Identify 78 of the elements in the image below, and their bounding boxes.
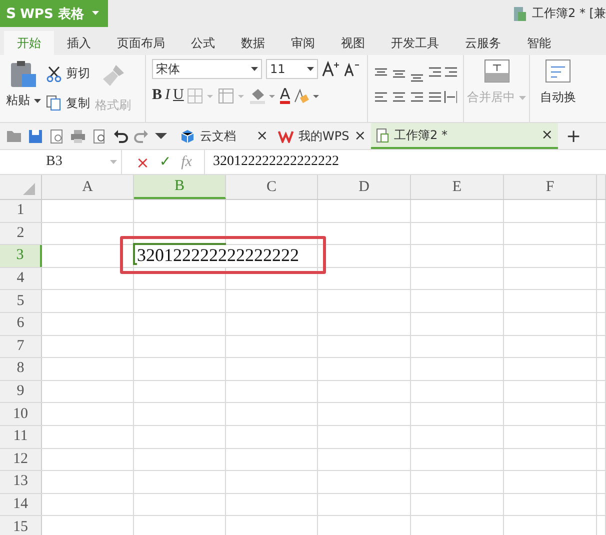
ribbon-tab[interactable]: 数据 bbox=[228, 31, 278, 55]
window-title: 工作簿2 * [兼 bbox=[532, 5, 606, 22]
ribbon-tab[interactable]: 公式 bbox=[178, 31, 228, 55]
row-header[interactable]: 7 bbox=[0, 336, 42, 358]
column-header[interactable]: C bbox=[226, 175, 318, 199]
undo-icon[interactable] bbox=[113, 129, 128, 143]
eraser-icon[interactable] bbox=[293, 88, 322, 104]
copy-button[interactable]: 复制 bbox=[66, 94, 90, 112]
fill-bucket-icon[interactable] bbox=[248, 88, 277, 104]
caret-icon bbox=[110, 160, 117, 164]
w-logo-icon bbox=[278, 130, 294, 142]
print-preview-icon[interactable] bbox=[92, 128, 107, 144]
folder-icon[interactable] bbox=[6, 129, 22, 143]
clipboard-icon[interactable] bbox=[8, 59, 38, 89]
copy-icon[interactable] bbox=[46, 95, 62, 112]
italic-button[interactable]: I bbox=[165, 87, 170, 104]
ribbon-tab[interactable]: 审阅 bbox=[278, 31, 328, 55]
row-header[interactable]: 2 bbox=[0, 222, 42, 244]
row-header[interactable]: 12 bbox=[0, 448, 42, 470]
column-header[interactable]: E bbox=[411, 175, 504, 199]
redo-icon[interactable] bbox=[134, 129, 149, 143]
caret-icon bbox=[92, 11, 99, 16]
ribbon-tab[interactable]: 开发工具 bbox=[378, 31, 452, 55]
column-header[interactable]: B bbox=[134, 175, 226, 199]
row-header[interactable]: 6 bbox=[0, 312, 42, 335]
row-header[interactable]: 9 bbox=[0, 380, 42, 402]
shrink-font-icon[interactable] bbox=[344, 61, 360, 77]
ribbon-tab[interactable]: 云服务 bbox=[452, 31, 514, 55]
ribbon-tab[interactable]: 插入 bbox=[54, 31, 104, 55]
font-color-button[interactable]: A bbox=[280, 87, 290, 104]
cell-value: 320122222222222222 bbox=[137, 245, 301, 267]
cube-icon bbox=[180, 128, 195, 144]
row-header[interactable]: 4 bbox=[0, 268, 42, 290]
scissors-icon[interactable] bbox=[46, 66, 62, 82]
spreadsheet-icon bbox=[513, 6, 528, 22]
row-header[interactable]: 13 bbox=[0, 471, 42, 493]
cancel-button[interactable]: × bbox=[136, 152, 150, 172]
document-tab[interactable]: 工作簿2 * × bbox=[371, 123, 558, 149]
font-name-dropdown[interactable]: 宋体 bbox=[152, 59, 262, 79]
print-icon[interactable] bbox=[70, 128, 86, 144]
dropdown-icon[interactable] bbox=[155, 132, 167, 140]
ribbon-tab[interactable]: 开始 bbox=[4, 31, 54, 55]
formula-input[interactable]: 320122222222222222 bbox=[204, 150, 606, 174]
row-header[interactable]: 10 bbox=[0, 403, 42, 425]
document-tab[interactable]: 我的WPS × bbox=[273, 123, 371, 149]
grow-font-icon[interactable] bbox=[322, 61, 340, 77]
document-icon[interactable] bbox=[49, 128, 64, 144]
row-header[interactable]: 1 bbox=[0, 200, 42, 222]
underline-button[interactable]: U bbox=[173, 87, 184, 104]
row-header[interactable]: 15 bbox=[0, 516, 42, 535]
caret-icon bbox=[251, 66, 258, 72]
caret-icon bbox=[518, 96, 526, 101]
cut-button[interactable]: 剪切 bbox=[66, 65, 90, 82]
wrap-text-icon[interactable] bbox=[545, 59, 571, 83]
column-header[interactable]: F bbox=[504, 175, 597, 199]
ribbon-tab[interactable]: 页面布局 bbox=[104, 31, 178, 55]
document-tab[interactable]: 云文档 × bbox=[175, 123, 273, 149]
new-tab-button[interactable]: + bbox=[566, 126, 582, 146]
ribbon-tab[interactable]: 视图 bbox=[328, 31, 378, 55]
paste-button[interactable]: 粘贴 bbox=[6, 92, 41, 109]
save-icon[interactable] bbox=[28, 128, 43, 144]
spreadsheet-icon bbox=[376, 128, 389, 142]
column-header[interactable]: D bbox=[318, 175, 411, 199]
wrap-text-button[interactable]: 自动换 bbox=[540, 89, 576, 106]
caret-icon bbox=[307, 66, 314, 72]
row-header[interactable]: 5 bbox=[0, 290, 42, 312]
caret-icon bbox=[34, 99, 41, 104]
confirm-button[interactable]: ✓ bbox=[159, 154, 172, 170]
bold-button[interactable]: B bbox=[152, 87, 162, 104]
row-header[interactable]: 11 bbox=[0, 426, 42, 448]
font-size-dropdown[interactable]: 11 bbox=[266, 59, 318, 79]
row-header[interactable]: 3 bbox=[0, 245, 42, 267]
cell-style-icon[interactable] bbox=[218, 88, 246, 104]
row-header[interactable]: 14 bbox=[0, 494, 42, 516]
name-box[interactable]: B3 bbox=[0, 150, 122, 174]
ribbon-tab[interactable]: 智能 bbox=[514, 31, 564, 55]
merge-cells-icon[interactable] bbox=[484, 59, 510, 83]
row-header[interactable]: 8 bbox=[0, 358, 42, 380]
